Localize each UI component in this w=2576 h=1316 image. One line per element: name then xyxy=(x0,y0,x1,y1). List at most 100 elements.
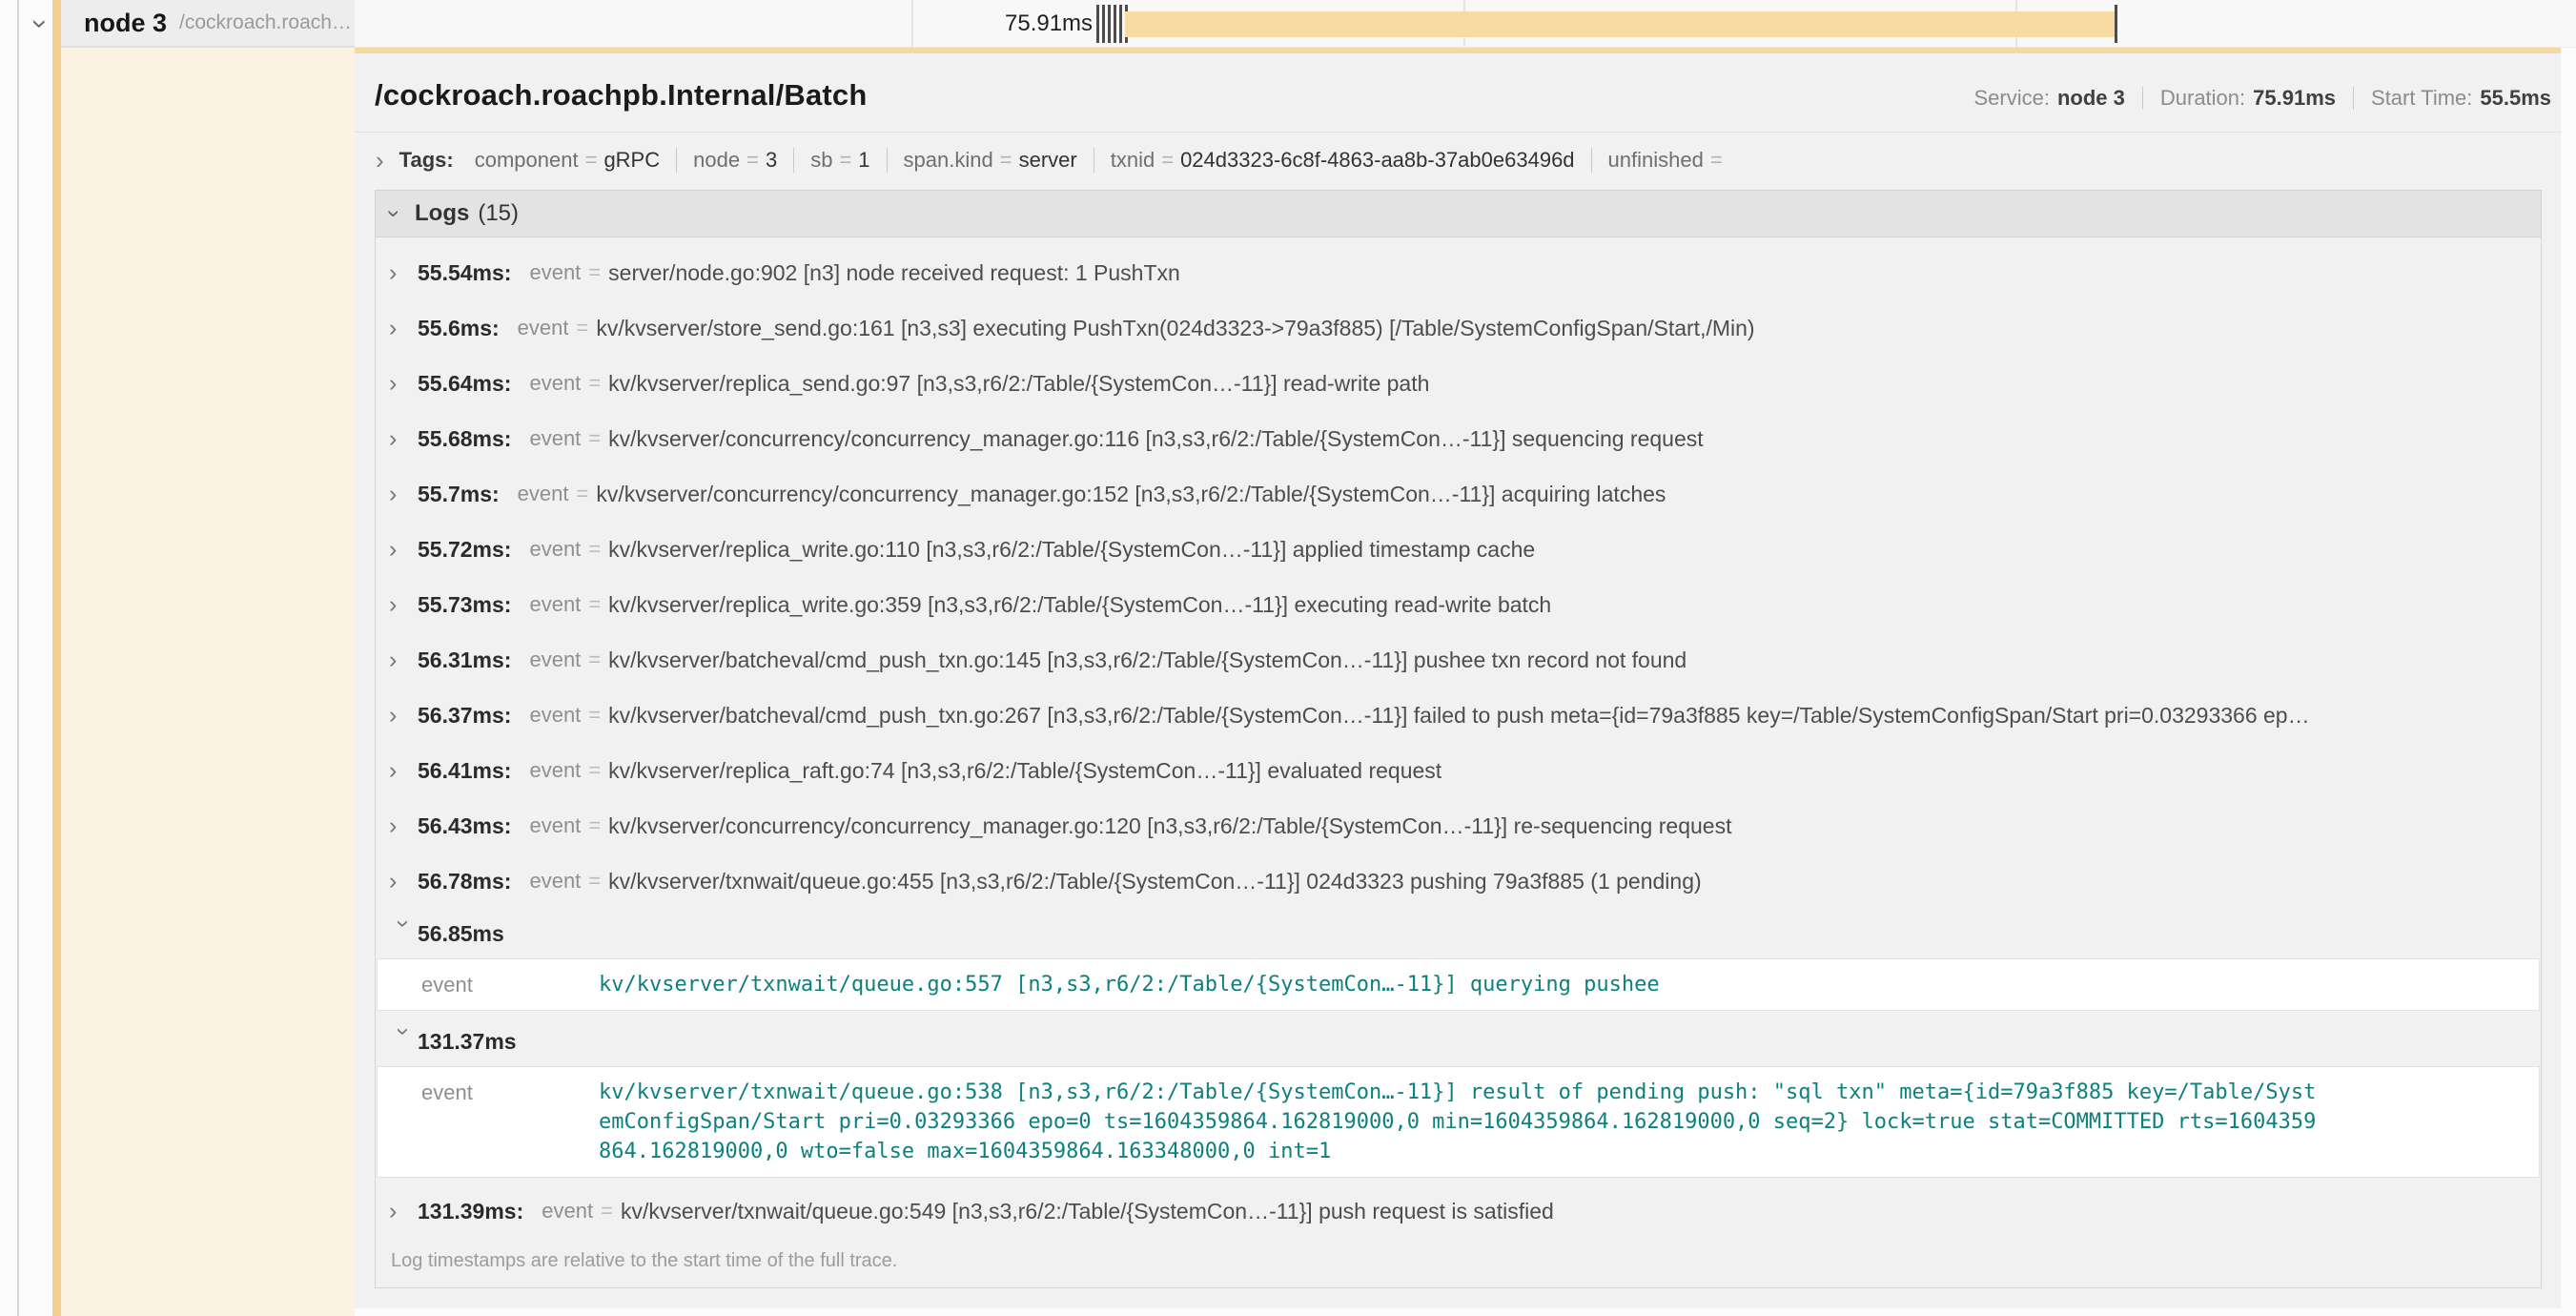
meta-value: node 3 xyxy=(2057,86,2125,111)
log-row[interactable]: › 56.31ms: event = kv/kvserver/batcheval… xyxy=(376,632,2541,688)
log-timestamp: 131.39ms: xyxy=(418,1199,523,1224)
chevron-right-icon: › xyxy=(389,870,418,894)
equals-sign: = xyxy=(585,148,598,173)
log-row[interactable]: › 56.41ms: event = kv/kvserver/replica_r… xyxy=(376,743,2541,798)
log-row-expanded-header[interactable]: › 131.37ms xyxy=(376,1017,2541,1066)
span-color-accent-bar xyxy=(52,0,61,1316)
log-message: kv/kvserver/replica_write.go:359 [n3,s3,… xyxy=(608,592,2531,618)
log-tick xyxy=(1108,5,1111,43)
chevron-right-icon: › xyxy=(389,317,418,340)
log-field-name: event xyxy=(529,648,581,672)
tag-item: component = gRPC xyxy=(475,148,660,173)
log-message: kv/kvserver/replica_raft.go:74 [n3,s3,r6… xyxy=(608,758,2531,784)
equals-sign: = xyxy=(1161,148,1174,173)
log-timestamp: 56.85ms xyxy=(418,921,504,947)
logs-title: Logs xyxy=(415,200,469,227)
span-detail-card: /cockroach.roachpb.Internal/Batch Servic… xyxy=(355,48,2561,1308)
meta-value: 55.5ms xyxy=(2480,86,2551,111)
timeline-header: 75.91ms xyxy=(355,0,2576,48)
log-field-name: event xyxy=(529,703,581,728)
log-field-name: event xyxy=(529,260,581,285)
tags-row[interactable]: › Tags: component = gRPC node = 3 sb = 1… xyxy=(355,133,2561,188)
chevron-right-icon: › xyxy=(389,1200,418,1223)
tag-value: 1 xyxy=(858,148,869,173)
log-message: kv/kvserver/batcheval/cmd_push_txn.go:26… xyxy=(608,703,2531,729)
log-row[interactable]: › 55.64ms: event = kv/kvserver/replica_s… xyxy=(376,356,2541,411)
log-row[interactable]: › 56.37ms: event = kv/kvserver/batcheval… xyxy=(376,688,2541,743)
tag-item: sb = 1 xyxy=(777,148,869,173)
log-event-card: event kv/kvserver/txnwait/queue.go:538 [… xyxy=(377,1066,2540,1178)
tag-item: node = 3 xyxy=(660,148,777,173)
chevron-down-icon: › xyxy=(26,19,54,29)
log-timestamp: 56.78ms: xyxy=(418,869,511,894)
log-timestamp: 56.31ms: xyxy=(418,648,511,673)
logs-section: › Logs (15) › 55.54ms: event = server/no… xyxy=(375,190,2542,1288)
tag-item: txnid = 024d3323-6c8f-4863-aa8b-37ab0e63… xyxy=(1077,148,1575,173)
log-field-name: event xyxy=(542,1199,593,1223)
tag-key: txnid xyxy=(1111,148,1155,173)
log-row[interactable]: › 55.7ms: event = kv/kvserver/concurrenc… xyxy=(376,466,2541,522)
tag-key: component xyxy=(475,148,579,173)
log-field-name: event xyxy=(529,758,581,783)
span-name-column-highlight xyxy=(61,48,355,1316)
log-row[interactable]: › 55.6ms: event = kv/kvserver/store_send… xyxy=(376,300,2541,356)
log-field-name: event xyxy=(529,426,581,451)
log-message: kv/kvserver/concurrency/concurrency_mana… xyxy=(596,482,2531,507)
span-meta-item: Service: node 3 xyxy=(1973,86,2124,111)
equals-sign: = xyxy=(577,316,589,340)
log-tick-end xyxy=(2115,5,2117,43)
log-timestamp: 55.7ms: xyxy=(418,482,500,507)
tag-value: server xyxy=(1019,148,1077,173)
chevron-right-icon: › xyxy=(389,759,418,783)
equals-sign: = xyxy=(588,371,601,396)
log-row[interactable]: › 56.43ms: event = kv/kvserver/concurren… xyxy=(376,798,2541,853)
log-row[interactable]: › 131.39ms: event = kv/kvserver/txnwait/… xyxy=(376,1183,2541,1239)
log-row[interactable]: › 55.54ms: event = server/node.go:902 [n… xyxy=(376,245,2541,300)
chevron-right-icon: › xyxy=(389,372,418,396)
span-meta-item: Duration: 75.91ms xyxy=(2125,86,2336,111)
equals-sign: = xyxy=(588,592,601,617)
chevron-down-icon: › xyxy=(392,1027,416,1056)
span-duration-bar[interactable] xyxy=(1125,11,2115,37)
span-service-name: node 3 xyxy=(84,9,167,38)
chevron-right-icon: › xyxy=(389,538,418,562)
tag-key: span.kind xyxy=(904,148,993,173)
log-timestamp: 55.73ms: xyxy=(418,592,511,618)
meta-label: Start Time: xyxy=(2371,86,2472,111)
log-tick xyxy=(1114,5,1116,43)
log-row[interactable]: › 56.78ms: event = kv/kvserver/txnwait/q… xyxy=(376,853,2541,909)
equals-sign: = xyxy=(1710,148,1723,173)
log-message: server/node.go:902 [n3] node received re… xyxy=(608,260,2531,286)
chevron-right-icon: › xyxy=(389,704,418,728)
log-message: kv/kvserver/replica_write.go:110 [n3,s3,… xyxy=(608,537,2531,563)
chevron-down-icon: › xyxy=(392,919,416,948)
meta-value: 75.91ms xyxy=(2253,86,2336,111)
log-row-expanded-header[interactable]: › 56.85ms xyxy=(376,909,2541,958)
log-row[interactable]: › 55.68ms: event = kv/kvserver/concurren… xyxy=(376,411,2541,466)
span-row-name[interactable]: node 3 /cockroach.roach… xyxy=(61,0,355,48)
left-rail-divider xyxy=(17,0,19,1316)
log-field-name: event xyxy=(529,592,581,617)
log-row[interactable]: › 55.72ms: event = kv/kvserver/replica_w… xyxy=(376,522,2541,577)
log-row[interactable]: › 55.73ms: event = kv/kvserver/replica_w… xyxy=(376,577,2541,632)
log-entry-expanded: › 56.85ms event kv/kvserver/txnwait/queu… xyxy=(376,909,2541,1011)
tag-key: node xyxy=(693,148,740,173)
logs-header[interactable]: › Logs (15) xyxy=(375,190,2542,237)
equals-sign: = xyxy=(588,260,601,285)
span-title: /cockroach.roachpb.Internal/Batch xyxy=(375,78,868,113)
equals-sign: = xyxy=(746,148,759,173)
log-message: kv/kvserver/replica_send.go:97 [n3,s3,r6… xyxy=(608,371,2531,397)
trace-detail-page: › node 3 /cockroach.roach… 75.91ms /cock… xyxy=(0,0,2576,1316)
chevron-right-icon: › xyxy=(389,261,418,285)
log-field-name: event xyxy=(378,970,599,999)
tag-list: component = gRPC node = 3 sb = 1 span.ki… xyxy=(475,148,1729,173)
chevron-right-icon: › xyxy=(389,648,418,672)
log-timestamp: 55.64ms: xyxy=(418,371,511,397)
log-message: kv/kvserver/store_send.go:161 [n3,s3] ex… xyxy=(596,316,2531,341)
tag-value: 3 xyxy=(766,148,777,173)
log-event-value: kv/kvserver/txnwait/queue.go:557 [n3,s3,… xyxy=(599,970,1660,999)
meta-label: Service: xyxy=(1973,86,2049,111)
chevron-right-icon: › xyxy=(389,483,418,506)
tag-value: 024d3323-6c8f-4863-aa8b-37ab0e63496d xyxy=(1180,148,1574,173)
chevron-right-icon: › xyxy=(376,148,384,173)
